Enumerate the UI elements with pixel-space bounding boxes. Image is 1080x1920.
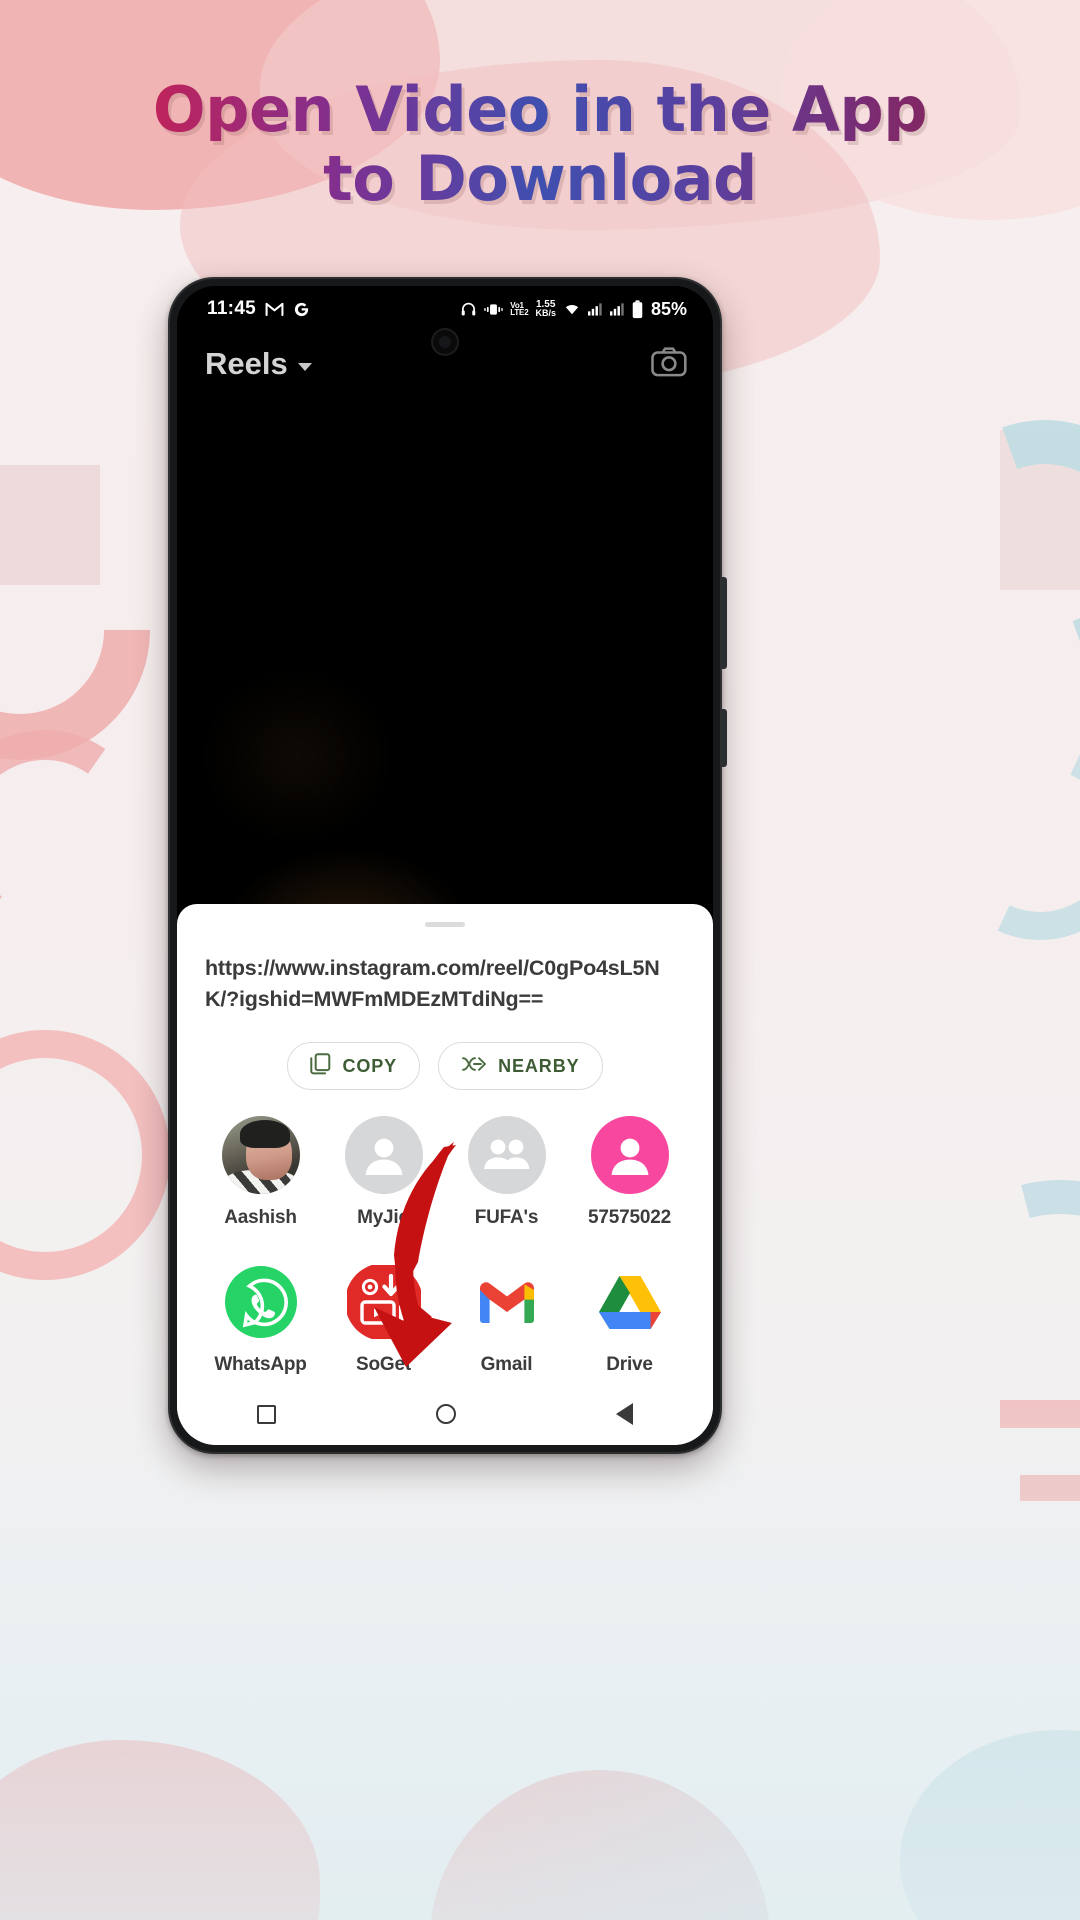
battery-icon xyxy=(632,299,643,319)
status-bar-left: 11:45 xyxy=(207,298,310,320)
headphones-icon xyxy=(460,301,477,318)
google-drive-icon xyxy=(591,1263,669,1341)
video-glow-a xyxy=(197,666,397,846)
vibrate-icon xyxy=(484,302,504,317)
reels-title-label: Reels xyxy=(205,346,288,381)
copy-icon xyxy=(310,1052,331,1080)
contact-photo-avatar xyxy=(221,1116,300,1195)
gmail-notification-icon xyxy=(265,302,284,317)
background-bottom-fade xyxy=(0,1400,1080,1920)
signal-sim1-icon xyxy=(587,302,603,316)
share-target-label: Gmail xyxy=(480,1354,533,1376)
share-target-whatsapp[interactable]: WhatsApp xyxy=(202,1263,320,1376)
share-target-myjio[interactable]: MyJio xyxy=(325,1116,443,1229)
page-title: Open Video in the App to Download xyxy=(0,78,1080,211)
share-target-soget[interactable]: SoGet xyxy=(325,1263,443,1376)
share-target-gmail[interactable]: Gmail xyxy=(448,1263,566,1376)
copy-button[interactable]: COPY xyxy=(287,1042,421,1091)
share-action-chips: COPY NEARBY xyxy=(177,1042,713,1091)
share-target-label: WhatsApp xyxy=(214,1354,307,1376)
share-target-label: Aashish xyxy=(224,1207,297,1229)
camera-icon[interactable] xyxy=(651,346,687,382)
share-target-label: FUFA's xyxy=(474,1207,539,1229)
contact-group-avatar xyxy=(467,1116,546,1195)
page-title-line-2: to Download xyxy=(0,147,1080,210)
share-target-grid: Aashish MyJio FUFA's 57575022 WhatsApp S… xyxy=(177,1116,713,1376)
share-target-label: MyJio xyxy=(357,1207,410,1229)
status-bar: 11:45 Vo1 LTE2 1.55 KB/s 85% xyxy=(177,286,713,332)
share-target-57575022[interactable]: 57575022 xyxy=(571,1116,689,1229)
share-sheet: https://www.instagram.com/reel/C0gPo4sL5… xyxy=(177,904,713,1445)
background-ring-left xyxy=(0,1030,170,1280)
reels-title-dropdown[interactable]: Reels xyxy=(205,346,312,382)
share-target-drive[interactable]: Drive xyxy=(571,1263,689,1376)
contact-pink-avatar xyxy=(590,1116,669,1195)
background-arc-right-1 xyxy=(878,378,1080,712)
share-target-row: Aashish MyJio FUFA's 57575022 xyxy=(199,1116,691,1229)
nearby-button-label: NEARBY xyxy=(498,1055,580,1076)
square-recents-icon[interactable] xyxy=(257,1404,276,1424)
network-speed-indicator: 1.55 KB/s xyxy=(535,300,556,318)
share-target-label: Drive xyxy=(606,1354,653,1376)
front-camera-punch-hole xyxy=(431,328,459,356)
page-title-line-1: Open Video in the App xyxy=(0,78,1080,141)
chevron-down-icon xyxy=(297,362,312,371)
gmail-icon xyxy=(468,1263,546,1341)
share-target-label: 57575022 xyxy=(588,1207,671,1229)
triangle-back-icon[interactable] xyxy=(616,1403,633,1425)
signal-sim2-icon xyxy=(609,302,625,316)
android-navigation-bar xyxy=(177,1383,713,1445)
status-bar-right: Vo1 LTE2 1.55 KB/s 85% xyxy=(460,299,687,320)
contact-placeholder-avatar xyxy=(344,1116,423,1195)
copy-button-label: COPY xyxy=(342,1055,398,1076)
phone-mockup: 11:45 Vo1 LTE2 1.55 KB/s 85% Reels https… xyxy=(168,277,727,1454)
phone-power-button xyxy=(722,709,727,767)
share-target-aashish[interactable]: Aashish xyxy=(202,1116,320,1229)
background-arc-left-2 xyxy=(0,713,167,957)
network-speed-unit: KB/s xyxy=(535,308,556,319)
share-target-fufas[interactable]: FUFA's xyxy=(448,1116,566,1229)
nearby-button[interactable]: NEARBY xyxy=(438,1042,603,1091)
nearby-share-icon xyxy=(461,1055,487,1078)
phone-screen: 11:45 Vo1 LTE2 1.55 KB/s 85% Reels https… xyxy=(177,286,713,1445)
status-bar-clock: 11:45 xyxy=(207,298,257,319)
battery-percentage: 85% xyxy=(650,298,687,319)
share-target-row: WhatsApp SoGet Gmail Drive xyxy=(199,1263,691,1376)
wifi-icon xyxy=(563,302,581,316)
background-arc-right-2 xyxy=(911,711,1080,969)
shared-url-text: https://www.instagram.com/reel/C0gPo4sL5… xyxy=(205,956,660,1011)
whatsapp-icon xyxy=(222,1263,300,1341)
google-notification-icon xyxy=(293,301,310,318)
sheet-drag-handle[interactable] xyxy=(425,922,465,927)
soget-icon xyxy=(345,1263,423,1341)
volte-icon: Vo1 LTE2 xyxy=(510,300,529,317)
phone-volume-button xyxy=(722,577,727,669)
circle-home-icon[interactable] xyxy=(436,1404,456,1424)
share-target-label: SoGet xyxy=(356,1354,411,1376)
